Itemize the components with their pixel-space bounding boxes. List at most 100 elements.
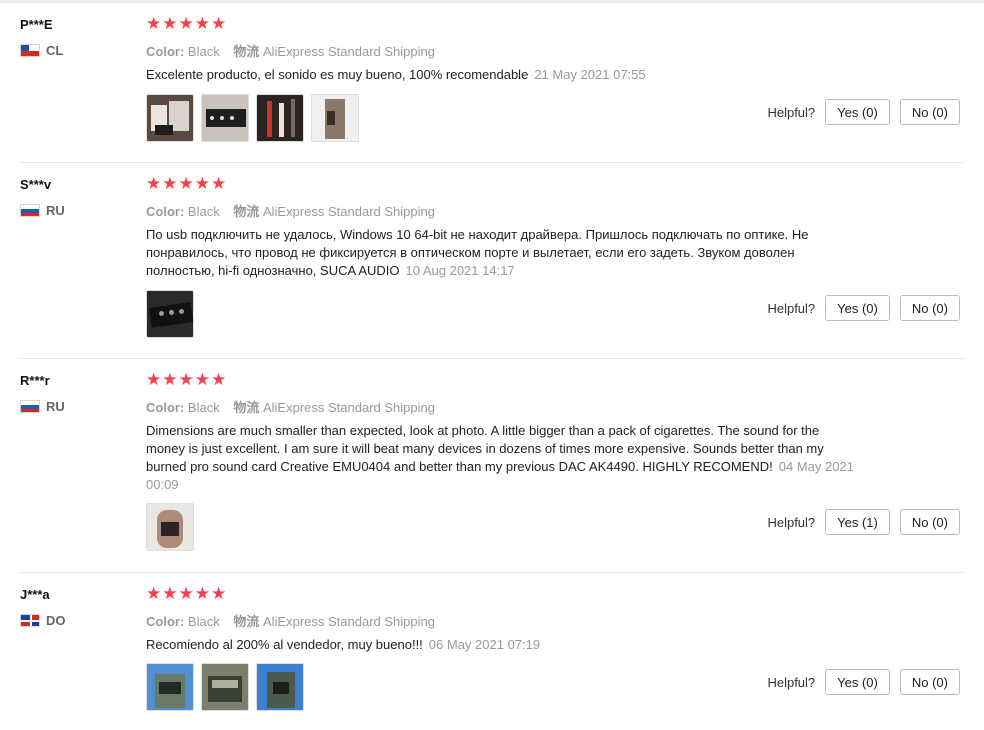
review-content: Recomiendo al 200% al vendedor, muy buen… xyxy=(146,637,423,652)
review-item: J***a DO ★ ★ ★ ★ ★ Color: Black 物流 AliExpres… xyxy=(20,585,966,727)
reviewer-name: J***a xyxy=(20,587,50,602)
shipping-key: 物流 xyxy=(233,204,260,219)
star-icon: ★ xyxy=(178,370,194,389)
review-date: 06 May 2021 07:19 xyxy=(428,637,541,652)
shipping-value: AliExpress Standard Shipping xyxy=(262,614,435,629)
star-icon: ★ xyxy=(194,584,210,603)
helpful-no-button[interactable]: No (0) xyxy=(899,509,960,535)
reviewer-country: DO xyxy=(20,613,66,628)
review-item: S***v RU ★ ★ ★ ★ ★ Color: Black 物流 AliExpres… xyxy=(20,175,966,347)
helpful-vote: Helpful? Yes (0) No (0) xyxy=(767,295,960,321)
review-photo[interactable] xyxy=(201,94,249,142)
star-icon: ★ xyxy=(162,370,178,389)
review-photos xyxy=(146,663,304,711)
helpful-yes-button[interactable]: Yes (1) xyxy=(825,509,890,535)
helpful-vote: Helpful? Yes (0) No (0) xyxy=(767,99,960,125)
shipping-key: 物流 xyxy=(233,400,260,415)
helpful-no-button[interactable]: No (0) xyxy=(899,99,960,125)
helpful-vote: Helpful? Yes (1) No (0) xyxy=(767,509,960,535)
flag-cl-icon xyxy=(20,44,40,57)
star-rating: ★ ★ ★ ★ ★ xyxy=(146,15,226,33)
review-photo[interactable] xyxy=(146,290,194,338)
helpful-yes-button[interactable]: Yes (0) xyxy=(825,99,890,125)
helpful-label: Helpful? xyxy=(767,300,816,316)
reviewer-name: R***r xyxy=(20,373,50,388)
star-icon: ★ xyxy=(211,584,227,603)
star-icon: ★ xyxy=(194,14,210,33)
star-icon: ★ xyxy=(194,370,210,389)
shipping-key: 物流 xyxy=(233,44,260,59)
review-meta: Color: Black 物流 AliExpress Standard Ship… xyxy=(146,397,435,416)
flag-do-icon xyxy=(20,614,40,627)
reviewer-name: S***v xyxy=(20,177,52,192)
star-icon: ★ xyxy=(162,174,178,193)
helpful-yes-button[interactable]: Yes (0) xyxy=(825,669,890,695)
star-icon: ★ xyxy=(194,174,210,193)
review-meta: Color: Black 物流 AliExpress Standard Ship… xyxy=(146,41,435,60)
helpful-label: Helpful? xyxy=(767,514,816,530)
review-photo[interactable] xyxy=(146,503,194,551)
review-photo[interactable] xyxy=(256,94,304,142)
shipping-value: AliExpress Standard Shipping xyxy=(262,400,435,415)
color-key: Color: xyxy=(146,400,185,415)
color-value: Black xyxy=(187,44,220,59)
shipping-value: AliExpress Standard Shipping xyxy=(262,44,435,59)
star-icon: ★ xyxy=(146,370,162,389)
color-key: Color: xyxy=(146,204,185,219)
review-date: 21 May 2021 07:55 xyxy=(534,67,646,82)
star-icon: ★ xyxy=(211,370,227,389)
review-photo[interactable] xyxy=(146,663,194,711)
shipping-key: 物流 xyxy=(233,614,260,629)
star-icon: ★ xyxy=(146,584,162,603)
country-code: RU xyxy=(46,399,65,414)
star-icon: ★ xyxy=(211,174,227,193)
star-icon: ★ xyxy=(211,14,227,33)
review-photo[interactable] xyxy=(201,663,249,711)
reviewer-country: RU xyxy=(20,203,65,218)
color-value: Black xyxy=(187,614,220,629)
star-rating: ★ ★ ★ ★ ★ xyxy=(146,175,226,193)
color-value: Black xyxy=(187,204,220,219)
review-divider xyxy=(20,358,966,359)
review-text: По usb подключить не удалось, Windows 10… xyxy=(146,226,860,280)
review-meta: Color: Black 物流 AliExpress Standard Ship… xyxy=(146,611,435,630)
star-icon: ★ xyxy=(162,14,178,33)
shipping-value: AliExpress Standard Shipping xyxy=(262,204,435,219)
top-divider xyxy=(0,0,984,3)
helpful-label: Helpful? xyxy=(767,104,816,120)
review-photo[interactable] xyxy=(256,663,304,711)
star-rating: ★ ★ ★ ★ ★ xyxy=(146,371,226,389)
star-icon: ★ xyxy=(178,14,194,33)
review-photos xyxy=(146,290,194,338)
helpful-vote: Helpful? Yes (0) No (0) xyxy=(767,669,960,695)
color-key: Color: xyxy=(146,614,185,629)
review-divider xyxy=(20,572,966,573)
color-key: Color: xyxy=(146,44,185,59)
review-text: Excelente producto, el sonido es muy bue… xyxy=(146,66,860,84)
review-photo[interactable] xyxy=(311,94,359,142)
review-photo[interactable] xyxy=(146,94,194,142)
star-icon: ★ xyxy=(178,174,194,193)
helpful-no-button[interactable]: No (0) xyxy=(899,669,960,695)
star-icon: ★ xyxy=(146,14,162,33)
review-text: Recomiendo al 200% al vendedor, muy buen… xyxy=(146,636,860,654)
review-item: P***E CL ★ ★ ★ ★ ★ Color: Black 物流 AliExpres… xyxy=(20,15,966,147)
review-text: Dimensions are much smaller than expecte… xyxy=(146,422,860,494)
flag-ru-icon xyxy=(20,400,40,413)
review-content: Excelente producto, el sonido es muy bue… xyxy=(146,67,529,82)
review-item: R***r RU ★ ★ ★ ★ ★ Color: Black 物流 AliExpres… xyxy=(20,371,966,563)
helpful-yes-button[interactable]: Yes (0) xyxy=(825,295,890,321)
helpful-label: Helpful? xyxy=(767,674,816,690)
country-code: DO xyxy=(46,613,66,628)
star-rating: ★ ★ ★ ★ ★ xyxy=(146,585,226,603)
country-code: CL xyxy=(46,43,64,58)
review-content: Dimensions are much smaller than expecte… xyxy=(146,423,824,474)
review-date: 10 Aug 2021 14:17 xyxy=(405,263,515,278)
color-value: Black xyxy=(187,400,220,415)
star-icon: ★ xyxy=(146,174,162,193)
helpful-no-button[interactable]: No (0) xyxy=(899,295,960,321)
star-icon: ★ xyxy=(162,584,178,603)
review-photos xyxy=(146,94,359,142)
country-code: RU xyxy=(46,203,65,218)
review-meta: Color: Black 物流 AliExpress Standard Ship… xyxy=(146,201,435,220)
